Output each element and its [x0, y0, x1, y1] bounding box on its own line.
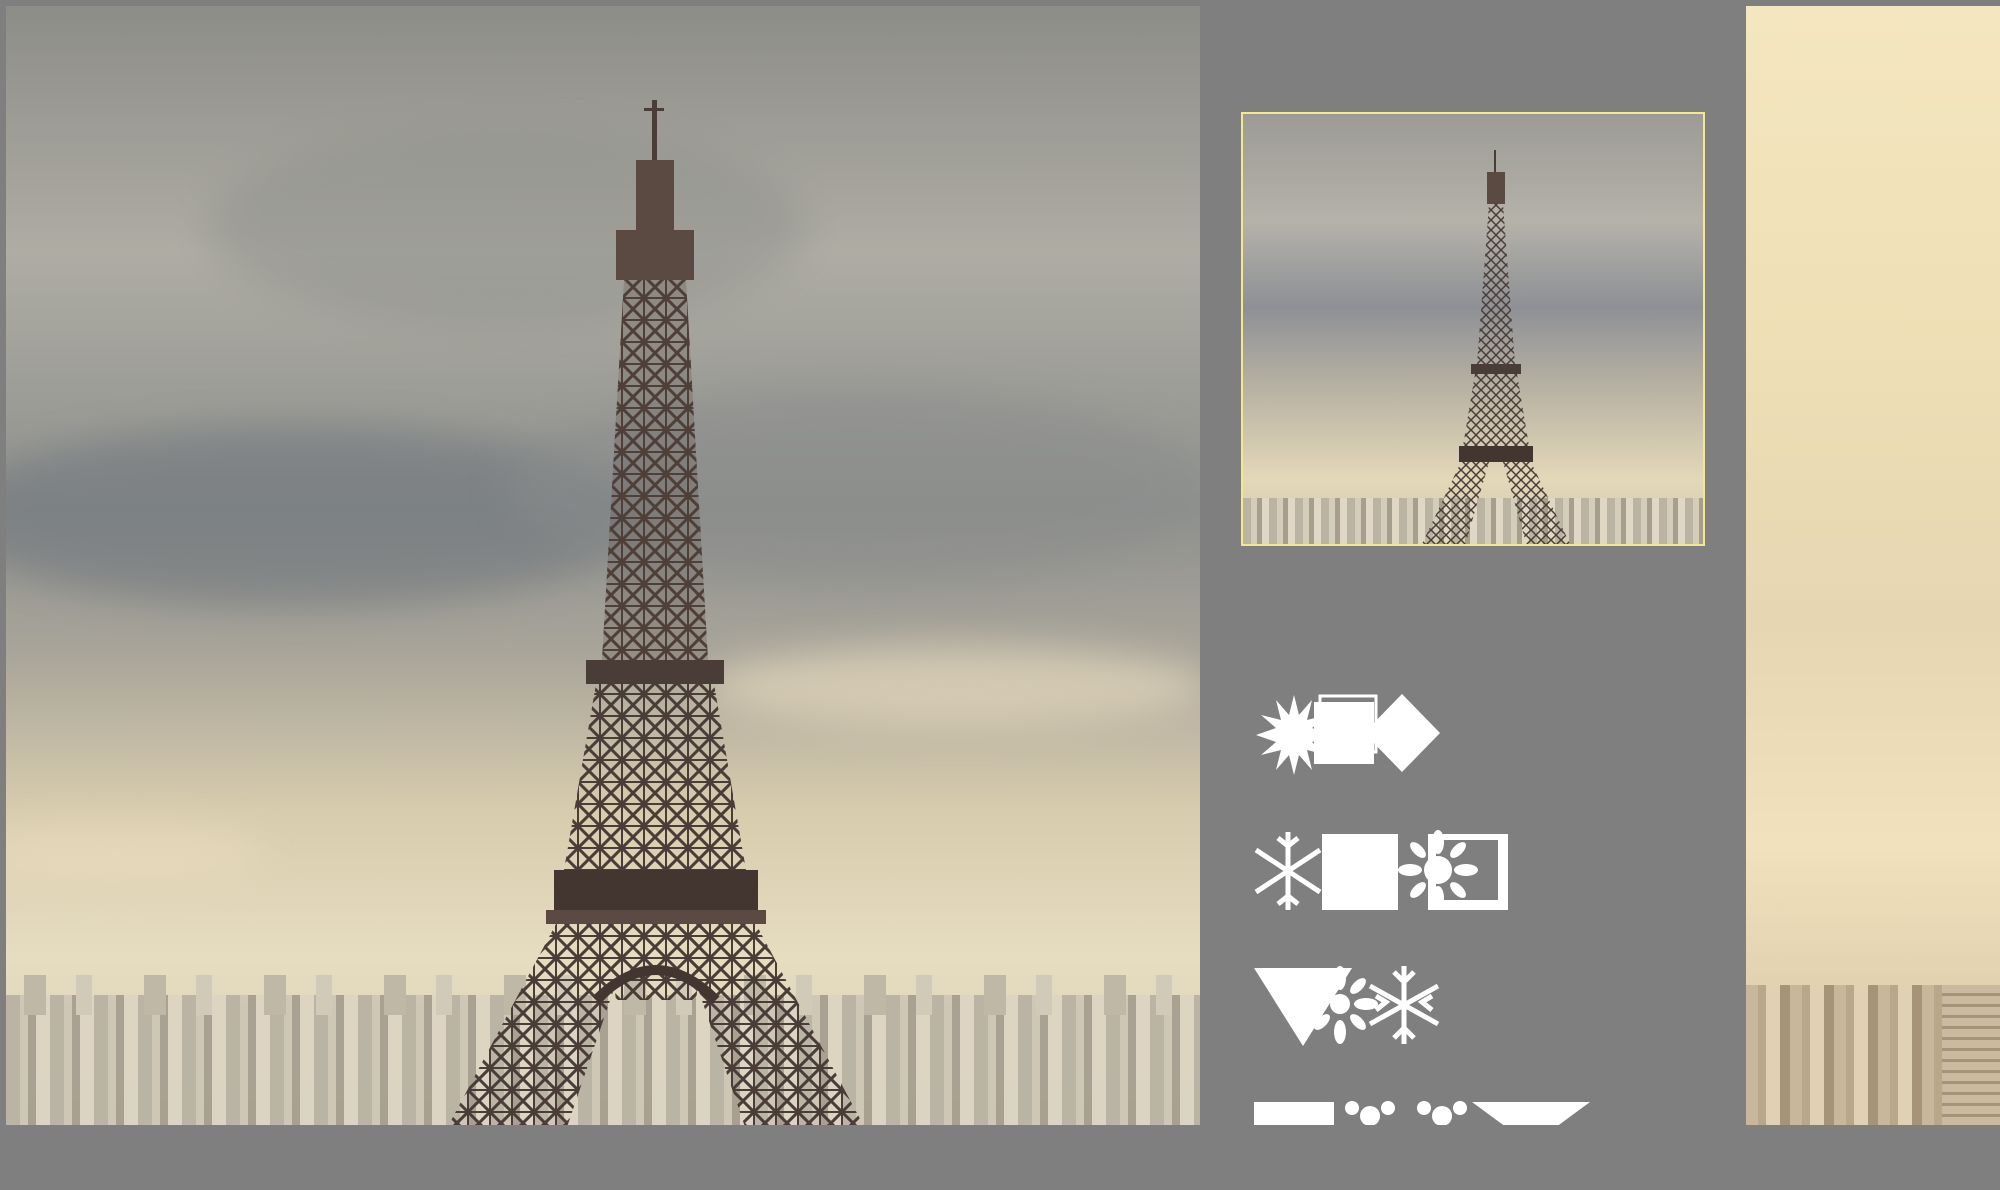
square-icon[interactable] [1314, 694, 1378, 764]
flower-icon[interactable] [1398, 830, 1508, 910]
snowflake-icon[interactable] [1368, 966, 1440, 1044]
glyph-row [1252, 690, 1492, 780]
reference-thumbnail[interactable] [1241, 112, 1705, 546]
glyph-row [1252, 1100, 1612, 1190]
cloud [6, 826, 266, 886]
glyph-row [1252, 960, 1472, 1050]
triangle-icon[interactable] [1472, 1102, 1590, 1125]
flower-icon[interactable] [1345, 1101, 1395, 1125]
high-rise-building [1942, 985, 2000, 1125]
eiffel-tower [1421, 150, 1571, 544]
glyph-row [1252, 826, 1512, 916]
flower-icon[interactable] [1417, 1101, 1467, 1125]
snowflake-icon[interactable] [1254, 832, 1322, 910]
square-icon[interactable] [1254, 1102, 1334, 1125]
eiffel-tower [448, 100, 864, 1125]
square-icon[interactable] [1322, 834, 1398, 910]
side-photo [1746, 6, 2000, 1125]
main-photo [6, 6, 1200, 1125]
